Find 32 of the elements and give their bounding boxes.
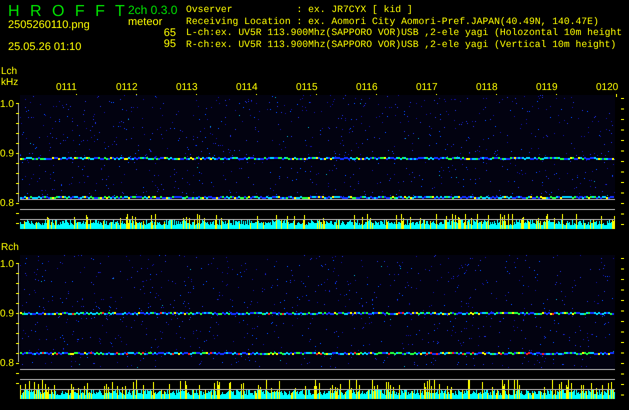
timestamp: 25.05.26 01:10 [8,42,82,53]
time-label: 0117 [416,82,438,93]
axis-label: 1.0 [0,99,14,110]
channel-info: R-ch:ex. UV5R 113.900Mhz(SAPPORO VOR)USB ,2-ele yagi (Vertical 10m height) [186,39,618,51]
time-label: 0112 [116,82,138,93]
time-label: 0114 [236,82,258,93]
time-label: 0116 [356,82,378,93]
time-label: 0111 [56,82,77,93]
axis-label: 0.9 [0,148,14,160]
time-label: 0120 [596,82,618,93]
axis-label: 0.8 [0,358,14,369]
info-value: : ex. Aomori City Aomori-Pref.JAPAN(40.49N, 140.47E) [296,16,599,27]
channel-label: Lch [1,66,18,77]
meteor-count: 95 [164,39,177,50]
time-label: 0119 [536,82,558,93]
meteor-label: meteor [128,17,162,28]
time-label: 0113 [176,82,198,93]
app-title: H R O F F T [8,3,128,20]
meteor-count: 65 [164,28,177,39]
time-label: 0115 [296,82,318,93]
info-label: Receiving Location [186,16,292,28]
axis-label: 0.9 [0,308,14,320]
version-label: 2ch 0.3.0 [128,4,178,17]
unit-label: kHz [1,77,18,88]
channel-info: L-ch:ex. UV5R 113.900Mhz(SAPPORO VOR)USB ,2-ele yagi (Holozontal 10m height [186,27,622,40]
axis-label: 0.8 [0,198,14,209]
info-value: : ex. JR7CYX [ kid ] [296,4,413,15]
file-name: 2505260110.png [8,20,91,31]
info-label: Ovserver [186,4,234,16]
time-label: 0118 [476,82,498,93]
axis-label: 1.0 [0,259,14,270]
channel-label: Rch [1,242,19,253]
